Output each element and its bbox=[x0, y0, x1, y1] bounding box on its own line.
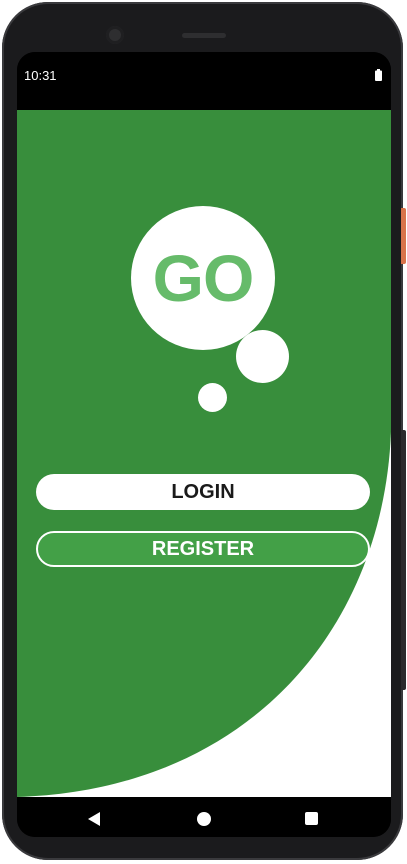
home-circle-icon[interactable] bbox=[197, 812, 211, 826]
recent-apps-square-icon[interactable] bbox=[305, 812, 318, 825]
register-button-label: REGISTER bbox=[151, 537, 255, 560]
login-button-label: LOGIN bbox=[171, 480, 235, 503]
status-time: 10:31 bbox=[24, 68, 57, 83]
logo-text: GO bbox=[152, 241, 255, 315]
app-content: GO LOGIN REGISTER bbox=[17, 110, 391, 797]
status-bar: 10:31 bbox=[17, 52, 391, 110]
login-button[interactable]: LOGIN bbox=[36, 474, 370, 510]
front-camera-icon bbox=[106, 26, 124, 44]
thought-bubble-small bbox=[198, 383, 227, 412]
volume-side-button bbox=[401, 430, 406, 690]
back-triangle-icon[interactable] bbox=[88, 812, 100, 826]
phone-shell: 10:31 GO LOGIN REGISTER bbox=[2, 2, 403, 860]
power-side-button bbox=[401, 208, 406, 264]
battery-full-icon bbox=[375, 69, 382, 81]
navigation-bar bbox=[17, 797, 391, 837]
thought-bubble-medium bbox=[236, 330, 289, 383]
logo-bubble: GO bbox=[131, 206, 275, 350]
screen: 10:31 GO LOGIN REGISTER bbox=[17, 52, 391, 837]
earpiece-speaker bbox=[182, 33, 226, 38]
register-button[interactable]: REGISTER bbox=[36, 531, 370, 567]
device-frame: 10:31 GO LOGIN REGISTER bbox=[0, 0, 407, 864]
